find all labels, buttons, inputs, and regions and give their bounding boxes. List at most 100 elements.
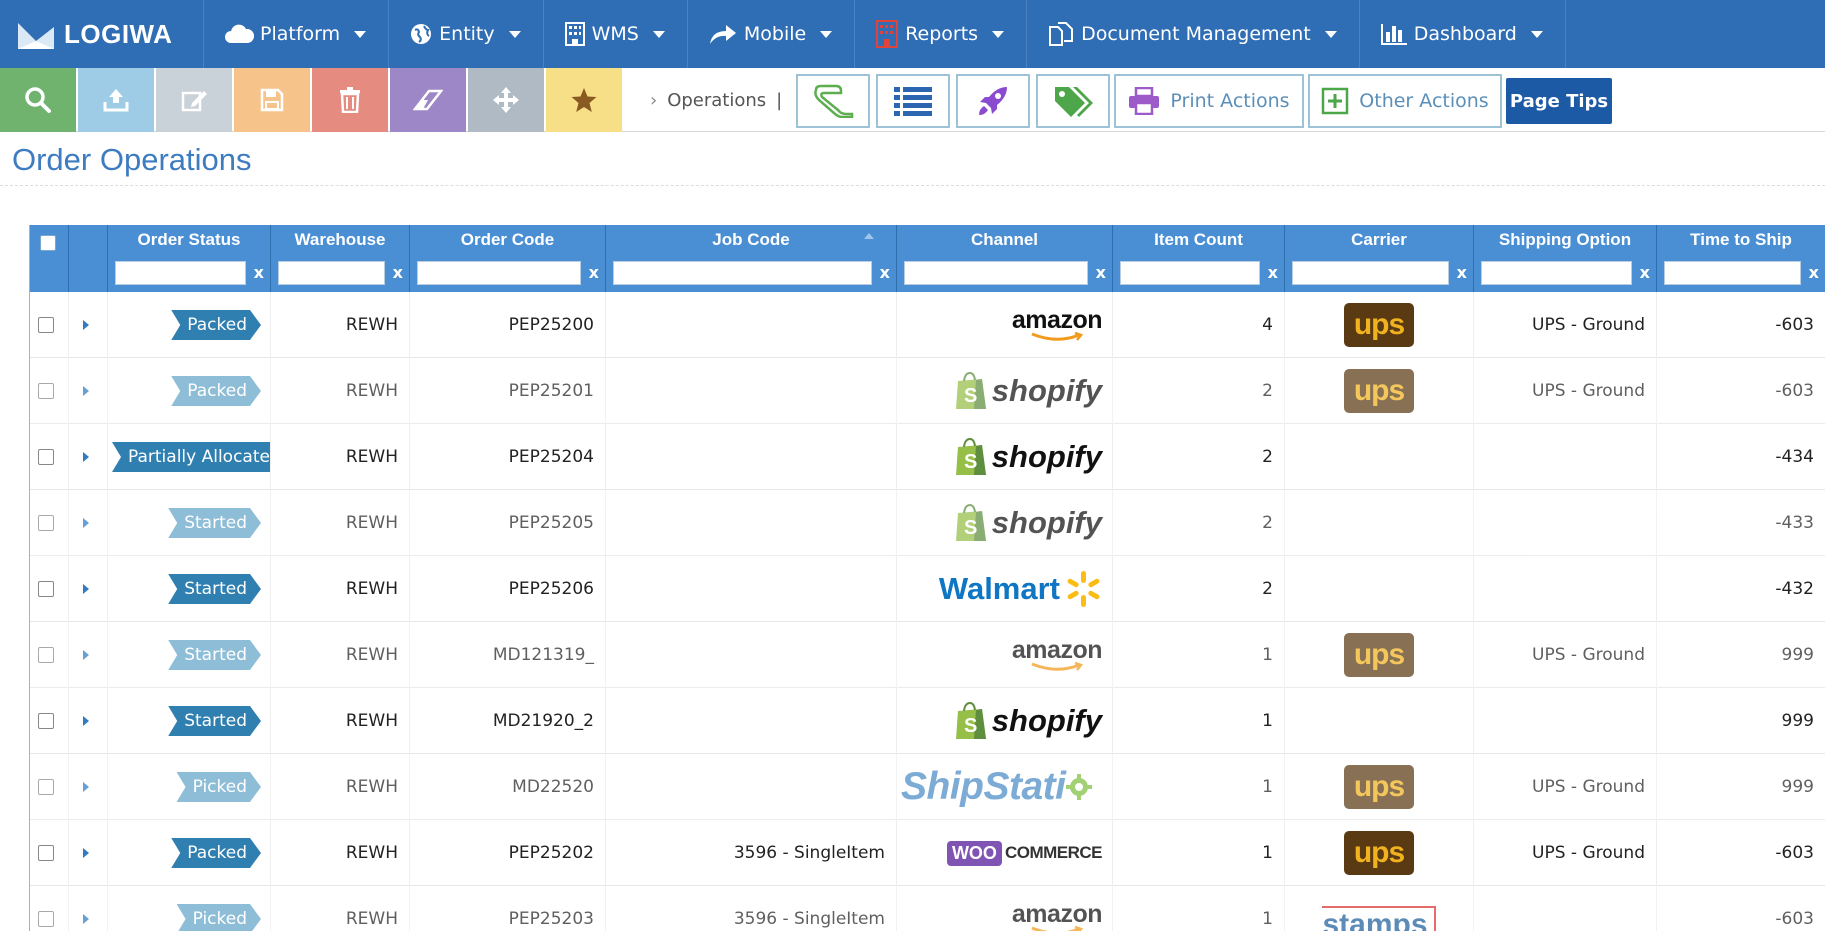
table-row[interactable]: Picked REWH PEP25203 3596 - SingleItem amazo… [30,886,1825,931]
row-checkbox[interactable] [38,449,54,465]
status-cell: Started [108,490,271,556]
expand-caret-icon[interactable] [83,914,89,924]
move-button[interactable] [468,68,544,132]
order-code-value[interactable]: MD21920_2 [493,711,594,731]
nav-document-management[interactable]: Document Management [1027,0,1360,68]
row-checkbox[interactable] [38,317,54,333]
launch-button[interactable] [956,74,1030,128]
table-row[interactable]: Partially Allocated REWH PEP25204 Sshopify 2… [30,424,1825,490]
table-row[interactable]: Started REWH PEP25205 Sshopify 2 -433 [30,490,1825,556]
header-time-to-ship[interactable]: Time to Ship x [1657,225,1825,292]
order-code-value[interactable]: PEP25205 [509,513,594,533]
header-order-status[interactable]: Order Status x [108,225,271,292]
expand-caret-icon[interactable] [83,848,89,858]
header-shipping-option[interactable]: Shipping Option x [1474,225,1657,292]
table-row[interactable]: Started REWH MD121319_ amazon 1 ups UPS - Grou… [30,622,1825,688]
edit-button[interactable] [156,68,232,132]
row-checkbox[interactable] [38,515,54,531]
order-code-value[interactable]: MD121319_ [493,645,594,665]
filter-input-carrier[interactable] [1292,261,1449,285]
route-icon [814,84,854,118]
order-code-value[interactable]: PEP25200 [509,315,594,335]
row-checkbox[interactable] [38,845,54,861]
header-warehouse[interactable]: Warehouse x [271,225,410,292]
clear-filter-icon[interactable]: x [589,263,599,282]
clear-filter-icon[interactable]: x [880,263,890,282]
clear-filter-icon[interactable]: x [1457,263,1467,282]
upload-button[interactable] [78,68,154,132]
filter-input-order-status[interactable] [115,261,246,285]
clear-filter-icon[interactable]: x [1809,263,1819,282]
clear-filter-icon[interactable]: x [1640,263,1650,282]
expand-caret-icon[interactable] [83,452,89,462]
select-all-checkbox[interactable] [40,235,56,251]
order-code-cell: PEP25205 [410,490,606,556]
header-channel[interactable]: Channel x [897,225,1113,292]
save-button[interactable] [234,68,310,132]
filter-input-channel[interactable] [904,261,1088,285]
list-view-button[interactable] [876,74,950,128]
sort-icon[interactable] [864,233,874,239]
header-item-count[interactable]: Item Count x [1113,225,1285,292]
expand-caret-icon[interactable] [83,584,89,594]
nav-reports[interactable]: Reports [855,0,1028,68]
filter-input-order-code[interactable] [417,261,581,285]
expand-caret-icon[interactable] [83,320,89,330]
row-checkbox[interactable] [38,713,54,729]
clear-filter-icon[interactable]: x [393,263,403,282]
order-code-value[interactable]: PEP25201 [509,381,594,401]
row-checkbox[interactable] [38,647,54,663]
row-checkbox[interactable] [38,383,54,399]
table-row[interactable]: Started REWH PEP25206 Walmart 2 -432 [30,556,1825,622]
other-actions-button[interactable]: Other Actions [1308,74,1502,128]
clear-filter-icon[interactable]: x [254,263,264,282]
nav-wms[interactable]: WMS [544,0,688,68]
filter-input-job-code[interactable] [613,261,872,285]
order-code-value[interactable]: PEP25204 [509,447,594,467]
row-checkbox[interactable] [38,779,54,795]
print-actions-button[interactable]: Print Actions [1114,74,1304,128]
time-to-ship-cell: -434 [1657,424,1825,490]
expand-caret-icon[interactable] [83,650,89,660]
clear-button[interactable] [390,68,466,132]
nav-mobile[interactable]: Mobile [688,0,856,68]
page-tips-button[interactable]: Page Tips [1506,78,1612,124]
workflow-button[interactable] [796,74,870,128]
order-code-value[interactable]: PEP25203 [509,909,594,929]
search-button[interactable] [0,68,76,132]
row-checkbox[interactable] [38,581,54,597]
job-code-cell [606,556,897,622]
brand-logo[interactable]: LOGIWA [0,0,204,68]
clear-filter-icon[interactable]: x [1096,263,1106,282]
nav-entity[interactable]: Entity [389,0,544,68]
nav-dashboard[interactable]: Dashboard [1360,0,1566,68]
expand-caret-icon[interactable] [83,386,89,396]
header-carrier[interactable]: Carrier x [1285,225,1474,292]
favorite-button[interactable] [546,68,622,132]
filter-input-warehouse[interactable] [278,261,385,285]
order-code-value[interactable]: PEP25206 [509,579,594,599]
delete-button[interactable] [312,68,388,132]
expand-caret-icon[interactable] [83,716,89,726]
filter-input-item-count[interactable] [1120,261,1260,285]
table-row[interactable]: Packed REWH PEP25201 Sshopify 2 ups UPS - Grou… [30,358,1825,424]
table-row[interactable]: Started REWH MD21920_2 Sshopify 1 999 [30,688,1825,754]
breadcrumb-current[interactable]: Operations [667,90,766,111]
clear-filter-icon[interactable]: x [1268,263,1278,282]
row-checkbox[interactable] [38,911,54,927]
table-row[interactable]: Picked REWH MD22520 ShipStati 1 ups UPS - Grou… [30,754,1825,820]
order-code-value[interactable]: MD22520 [512,777,594,797]
item-count-value: 1 [1262,645,1273,665]
order-code-value[interactable]: PEP25202 [509,843,594,863]
header-job-code[interactable]: Job Code x [606,225,897,292]
filter-input-shipping-option[interactable] [1481,261,1632,285]
nav-platform[interactable]: Platform [204,0,390,68]
tag-button[interactable] [1036,74,1110,128]
channel-cell: amazon [897,622,1113,688]
expand-caret-icon[interactable] [83,518,89,528]
filter-input-time-to-ship[interactable] [1664,261,1801,285]
table-row[interactable]: Packed REWH PEP25200 amazon 4 ups UPS - Ground… [30,292,1825,358]
expand-caret-icon[interactable] [83,782,89,792]
header-order-code[interactable]: Order Code x [410,225,606,292]
table-row[interactable]: Packed REWH PEP25202 3596 - SingleItem WOO CO… [30,820,1825,886]
